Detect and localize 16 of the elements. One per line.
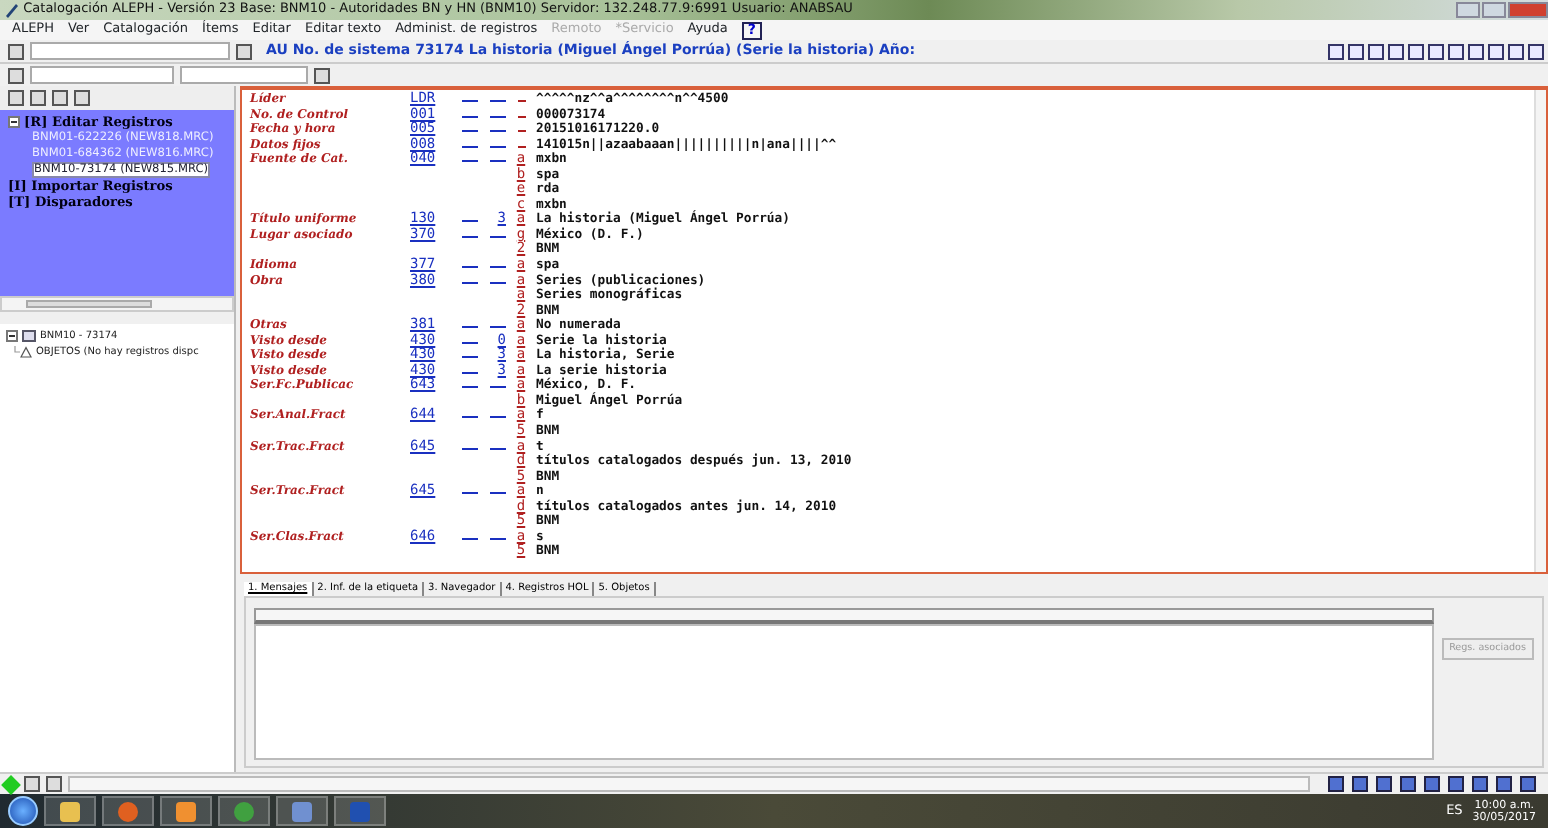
start-button[interactable] [8,796,38,826]
taskbar-app[interactable] [276,796,328,826]
taskbar-app[interactable] [44,796,96,826]
scrollbar[interactable] [1534,90,1546,572]
dropdown-field[interactable] [30,66,174,84]
status-icon [1,774,21,794]
taskbar-app[interactable] [160,796,212,826]
triangle-icon [14,345,32,358]
folder-icon [22,329,36,342]
scrollbar[interactable] [0,296,234,312]
input-field[interactable] [30,42,230,60]
taskbar-app[interactable] [218,796,270,826]
input-field[interactable] [180,66,308,84]
collapse-icon[interactable] [8,116,20,129]
close-button[interactable] [1508,1,1548,17]
collapse-icon[interactable] [6,329,18,342]
